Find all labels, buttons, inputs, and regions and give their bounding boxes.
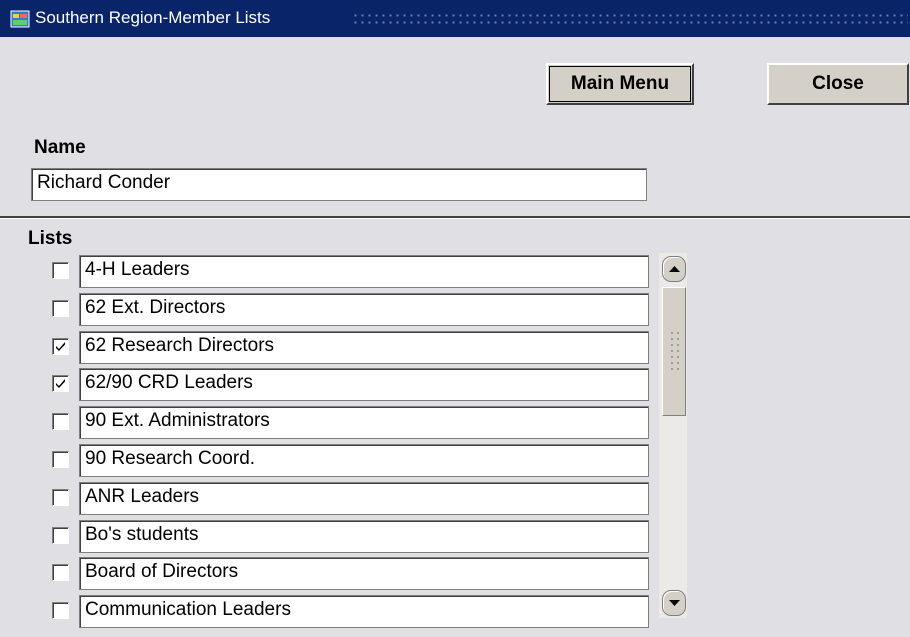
checkmark-icon (56, 342, 65, 351)
list-item[interactable]: ANR Leaders (79, 482, 649, 515)
list-checkbox[interactable] (52, 564, 69, 581)
list-checkbox[interactable] (52, 262, 69, 279)
list-checkbox[interactable] (52, 527, 69, 544)
list-checkbox[interactable] (52, 413, 69, 430)
name-input[interactable]: Richard Conder (31, 168, 647, 201)
list-checkbox[interactable] (52, 489, 69, 506)
list-item[interactable]: 62 Ext. Directors (79, 293, 649, 326)
scroll-up-arrow-icon (669, 266, 680, 272)
scroll-thumb-grip (669, 330, 681, 370)
titlebar-grip (352, 12, 908, 26)
list-item[interactable]: 90 Ext. Administrators (79, 406, 649, 439)
list-item[interactable]: 62 Research Directors (79, 331, 649, 364)
scroll-down-arrow-icon (669, 600, 680, 606)
list-item[interactable]: Bo's students (79, 520, 649, 553)
window-titlebar[interactable]: Southern Region-Member Lists (0, 0, 910, 37)
checkmark-icon (56, 379, 65, 388)
list-checkbox[interactable] (52, 602, 69, 619)
lists-label: Lists (28, 228, 73, 249)
scroll-thumb[interactable] (662, 287, 686, 416)
close-button[interactable]: Close (767, 63, 909, 105)
section-divider (0, 216, 910, 219)
main-menu-button[interactable]: Main Menu (546, 63, 694, 105)
list-item[interactable]: 4-H Leaders (79, 255, 649, 288)
list-checkbox[interactable] (52, 300, 69, 317)
name-label: Name (34, 137, 86, 158)
list-item[interactable]: Communication Leaders (79, 595, 649, 628)
list-item[interactable]: Board of Directors (79, 557, 649, 590)
list-item[interactable]: 90 Research Coord. (79, 444, 649, 477)
scroll-down-button[interactable] (662, 590, 686, 616)
scroll-up-button[interactable] (662, 256, 686, 282)
list-checkbox[interactable] (52, 451, 69, 468)
list-item[interactable]: 62/90 CRD Leaders (79, 368, 649, 401)
window-title: Southern Region-Member Lists (35, 8, 271, 27)
list-checkbox[interactable] (52, 338, 69, 355)
app-icon (10, 10, 30, 28)
list-checkbox[interactable] (52, 375, 69, 392)
